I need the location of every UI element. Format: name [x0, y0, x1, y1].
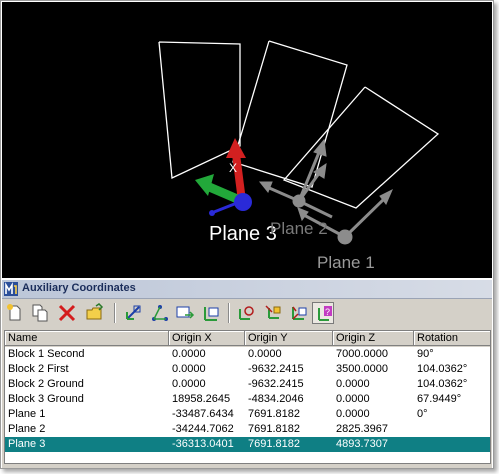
cell-col-origin-x: -34244.7062	[172, 423, 234, 435]
cell-col-rotation	[414, 437, 490, 452]
cell-col-origin-y: 7691.8182	[248, 423, 300, 435]
cell-col-rotation: 67.9449°	[417, 393, 462, 405]
cell-col-origin-z: 3500.0000	[336, 363, 388, 375]
move-origin-icon	[265, 305, 281, 319]
delete-icon	[58, 304, 76, 322]
cell-col-origin-z: 0.0000	[336, 378, 370, 390]
toolbar-separator	[228, 303, 230, 323]
table-row[interactable]: Block 2 Ground 0.0000 -9632.2415 0.0000 104.…	[5, 377, 490, 392]
delete-button[interactable]	[56, 302, 78, 324]
define-from-active-icon	[204, 307, 219, 321]
attach-to-element-button[interactable]	[235, 302, 257, 324]
header-col-rotation[interactable]: Rotation	[414, 331, 490, 346]
table-row[interactable]: Block 2 First 0.0000 -9632.2415 3500.0000 10…	[5, 362, 490, 377]
cell-col-rotation	[414, 422, 490, 437]
cell-col-name: Block 3 Ground	[8, 393, 84, 405]
open-folder-icon	[86, 303, 104, 320]
plane-3-axes: X	[195, 138, 252, 216]
cell-col-rotation: 104.0362°	[417, 378, 468, 390]
cell-col-origin-x: 18958.2645	[172, 393, 231, 405]
plane-2-outline	[232, 40, 348, 188]
cell-col-origin-x: -33487.6434	[172, 408, 234, 420]
cell-col-name: Block 2 First	[8, 363, 69, 375]
auxiliary-coordinates-panel: Auxiliary Coordinates ? Name Origin X Or…	[2, 280, 492, 468]
show-selected-button[interactable]: ?	[312, 302, 334, 324]
open-button[interactable]	[84, 302, 106, 324]
svg-text:X: X	[229, 161, 237, 175]
plane-1-label: Plane 1	[317, 253, 375, 272]
cell-col-origin-y: -9632.2415	[248, 378, 304, 390]
copy-button[interactable]	[29, 302, 51, 324]
define-by-points-icon	[152, 305, 168, 321]
cell-col-name: Block 2 Ground	[8, 378, 84, 390]
define-from-active-button[interactable]	[200, 302, 222, 324]
cell-col-name: Plane 1	[8, 408, 46, 420]
plane-3-label: Plane 3	[209, 223, 277, 245]
cell-col-origin-x: -36313.0401	[172, 438, 234, 450]
cell-col-origin-y: -4834.2046	[248, 393, 304, 405]
plane-2-label: Plane 2	[270, 219, 328, 238]
cell-col-name: Block 1 Second	[8, 348, 85, 360]
cell-col-name: Plane 2	[8, 423, 46, 435]
define-by-element-button[interactable]	[122, 302, 144, 324]
cell-col-origin-y: 0.0000	[248, 348, 282, 360]
coordinates-table: Name Origin X Origin Y Origin Z Rotation Blo…	[4, 330, 491, 464]
cell-col-origin-z: 2825.3967	[336, 423, 388, 435]
window-frame: X Plane 3 Plane 2 Plane 1 Auxiliary Coor…	[0, 0, 494, 469]
cell-col-origin-z: 0.0000	[336, 393, 370, 405]
define-from-view-icon	[176, 306, 195, 319]
define-from-view-button[interactable]	[174, 302, 196, 324]
header-col-name[interactable]: Name	[5, 331, 169, 346]
copy-icon	[32, 304, 48, 322]
panel-title: Auxiliary Coordinates	[22, 282, 136, 294]
cell-col-rotation: 104.0362°	[417, 363, 468, 375]
attach-to-element-icon	[239, 306, 254, 320]
table-row[interactable]: Plane 1 -33487.6434 7691.8182 0.0000 0°	[5, 407, 490, 422]
cell-col-origin-y: 7691.8182	[248, 438, 300, 450]
table-row[interactable]: Plane 2 -34244.7062 7691.8182 2825.3967	[5, 422, 490, 437]
show-selected-icon: ?	[318, 306, 332, 321]
cell-col-origin-x: 0.0000	[172, 378, 206, 390]
table-header: Name Origin X Origin Y Origin Z Rotation	[5, 331, 490, 347]
panel-titlebar[interactable]: Auxiliary Coordinates	[2, 280, 492, 299]
cell-col-origin-y: -9632.2415	[248, 363, 304, 375]
new-button[interactable]	[4, 302, 26, 324]
table-row[interactable]: Block 1 Second 0.0000 0.0000 7000.0000 90°	[5, 347, 490, 362]
toolbar-separator	[114, 303, 116, 323]
cell-col-rotation: 0°	[417, 408, 428, 420]
plane-2-axes	[258, 138, 333, 219]
table-row[interactable]: Plane 3 -36313.0401 7691.8182 4893.7307	[5, 437, 490, 452]
move-origin-button[interactable]	[262, 302, 284, 324]
svg-text:?: ?	[325, 307, 330, 317]
cell-col-origin-y: 7691.8182	[248, 408, 300, 420]
header-col-origin-z[interactable]: Origin Z	[333, 331, 414, 346]
new-icon	[7, 304, 21, 321]
define-by-element-icon	[126, 305, 141, 320]
header-col-origin-x[interactable]: Origin X	[169, 331, 245, 346]
table-row[interactable]: Block 3 Ground 18958.2645 -4834.2046 0.0000…	[5, 392, 490, 407]
rotate-axes-icon	[292, 306, 307, 320]
3d-viewport[interactable]: X Plane 3 Plane 2 Plane 1	[2, 2, 492, 278]
cell-col-origin-z: 7000.0000	[336, 348, 388, 360]
cell-col-origin-z: 4893.7307	[336, 438, 388, 450]
cell-col-origin-z: 0.0000	[336, 408, 370, 420]
define-by-points-button[interactable]	[149, 302, 171, 324]
toolbar: ?	[2, 299, 492, 327]
cell-col-rotation: 90°	[417, 348, 434, 360]
rotate-axes-button[interactable]	[287, 302, 309, 324]
header-col-origin-y[interactable]: Origin Y	[245, 331, 333, 346]
cell-col-origin-x: 0.0000	[172, 363, 206, 375]
cell-col-name: Plane 3	[8, 438, 46, 450]
cell-col-origin-x: 0.0000	[172, 348, 206, 360]
microstation-logo-icon	[4, 282, 18, 296]
